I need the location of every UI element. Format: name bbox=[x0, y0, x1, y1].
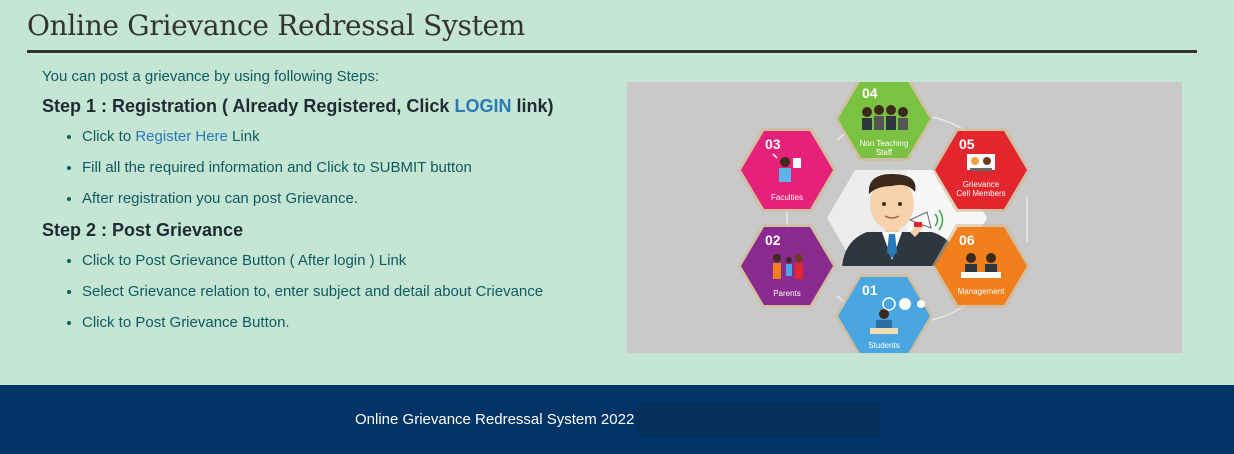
step2-list: Click to Post Grievance Button ( After l… bbox=[42, 251, 622, 332]
register-here-link[interactable]: Register Here bbox=[135, 128, 228, 145]
list-item: Fill all the required information and Cl… bbox=[82, 158, 622, 177]
list-item: Click to Post Grievance Button ( After l… bbox=[82, 251, 622, 270]
hex-number: 06 bbox=[959, 232, 975, 248]
hex-number: 01 bbox=[862, 282, 878, 298]
hex-label: Faculties bbox=[771, 193, 803, 202]
login-link[interactable]: LOGIN bbox=[454, 96, 511, 116]
slider-dot[interactable] bbox=[917, 300, 925, 308]
list-item: Click to Post Grievance Button. bbox=[82, 313, 622, 332]
footer: Online Grievance Redressal System 2022 | bbox=[0, 385, 1234, 454]
intro-text: You can post a grievance by using follow… bbox=[42, 68, 380, 85]
footer-redacted-area bbox=[637, 405, 879, 435]
slider-dot[interactable] bbox=[899, 298, 911, 310]
grievance-illustration: 04 Non Teaching Staff 05 Grievance Cell … bbox=[627, 77, 1182, 358]
list-item-text: Link bbox=[227, 128, 260, 145]
instructions: You can post a grievance by using follow… bbox=[42, 62, 622, 344]
cell-members-icon bbox=[967, 154, 995, 171]
step1-heading-prefix: Step 1 : Registration ( Already Register… bbox=[42, 96, 455, 116]
hex-number: 04 bbox=[862, 85, 878, 101]
hexagon-03: 03 Faculties bbox=[738, 128, 836, 212]
hex-label: Non Teaching bbox=[860, 139, 909, 148]
hexagon-04: 04 Non Teaching Staff bbox=[835, 77, 933, 161]
parents-icon bbox=[773, 254, 803, 279]
footer-text: Online Grievance Redressal System 2022 | bbox=[355, 411, 643, 428]
list-item-text: Click to bbox=[82, 128, 136, 145]
hex-number: 02 bbox=[765, 232, 781, 248]
list-item: Select Grievance relation to, enter subj… bbox=[82, 282, 622, 301]
hex-label: Staff bbox=[876, 148, 893, 157]
list-item: Click to Register Here Link bbox=[82, 127, 622, 146]
list-item: After registration you can post Grievanc… bbox=[82, 189, 622, 208]
page-header: Online Grievance Redressal System bbox=[27, 6, 1197, 53]
hex-label: Cell Members bbox=[956, 189, 1005, 198]
step2-heading: Step 2 : Post Grievance bbox=[42, 220, 244, 240]
step1-heading-suffix: link) bbox=[511, 96, 554, 116]
hex-number: 03 bbox=[765, 136, 781, 152]
hex-number: 05 bbox=[959, 136, 975, 152]
page-title: Online Grievance Redressal System bbox=[27, 9, 526, 42]
hex-label: Grievance bbox=[963, 180, 1000, 189]
hex-label: Parents bbox=[773, 289, 801, 298]
step1-heading: Step 1 : Registration ( Already Register… bbox=[42, 96, 622, 117]
hex-label: Students bbox=[868, 341, 900, 350]
hexagon-01: 01 Students bbox=[835, 274, 933, 358]
illustration-svg: 04 Non Teaching Staff 05 Grievance Cell … bbox=[738, 77, 1030, 358]
step1-list: Click to Register Here Link Fill all the… bbox=[42, 127, 622, 208]
hex-label: Management bbox=[958, 287, 1005, 296]
hexagon-02: 02 Parents bbox=[738, 224, 836, 308]
